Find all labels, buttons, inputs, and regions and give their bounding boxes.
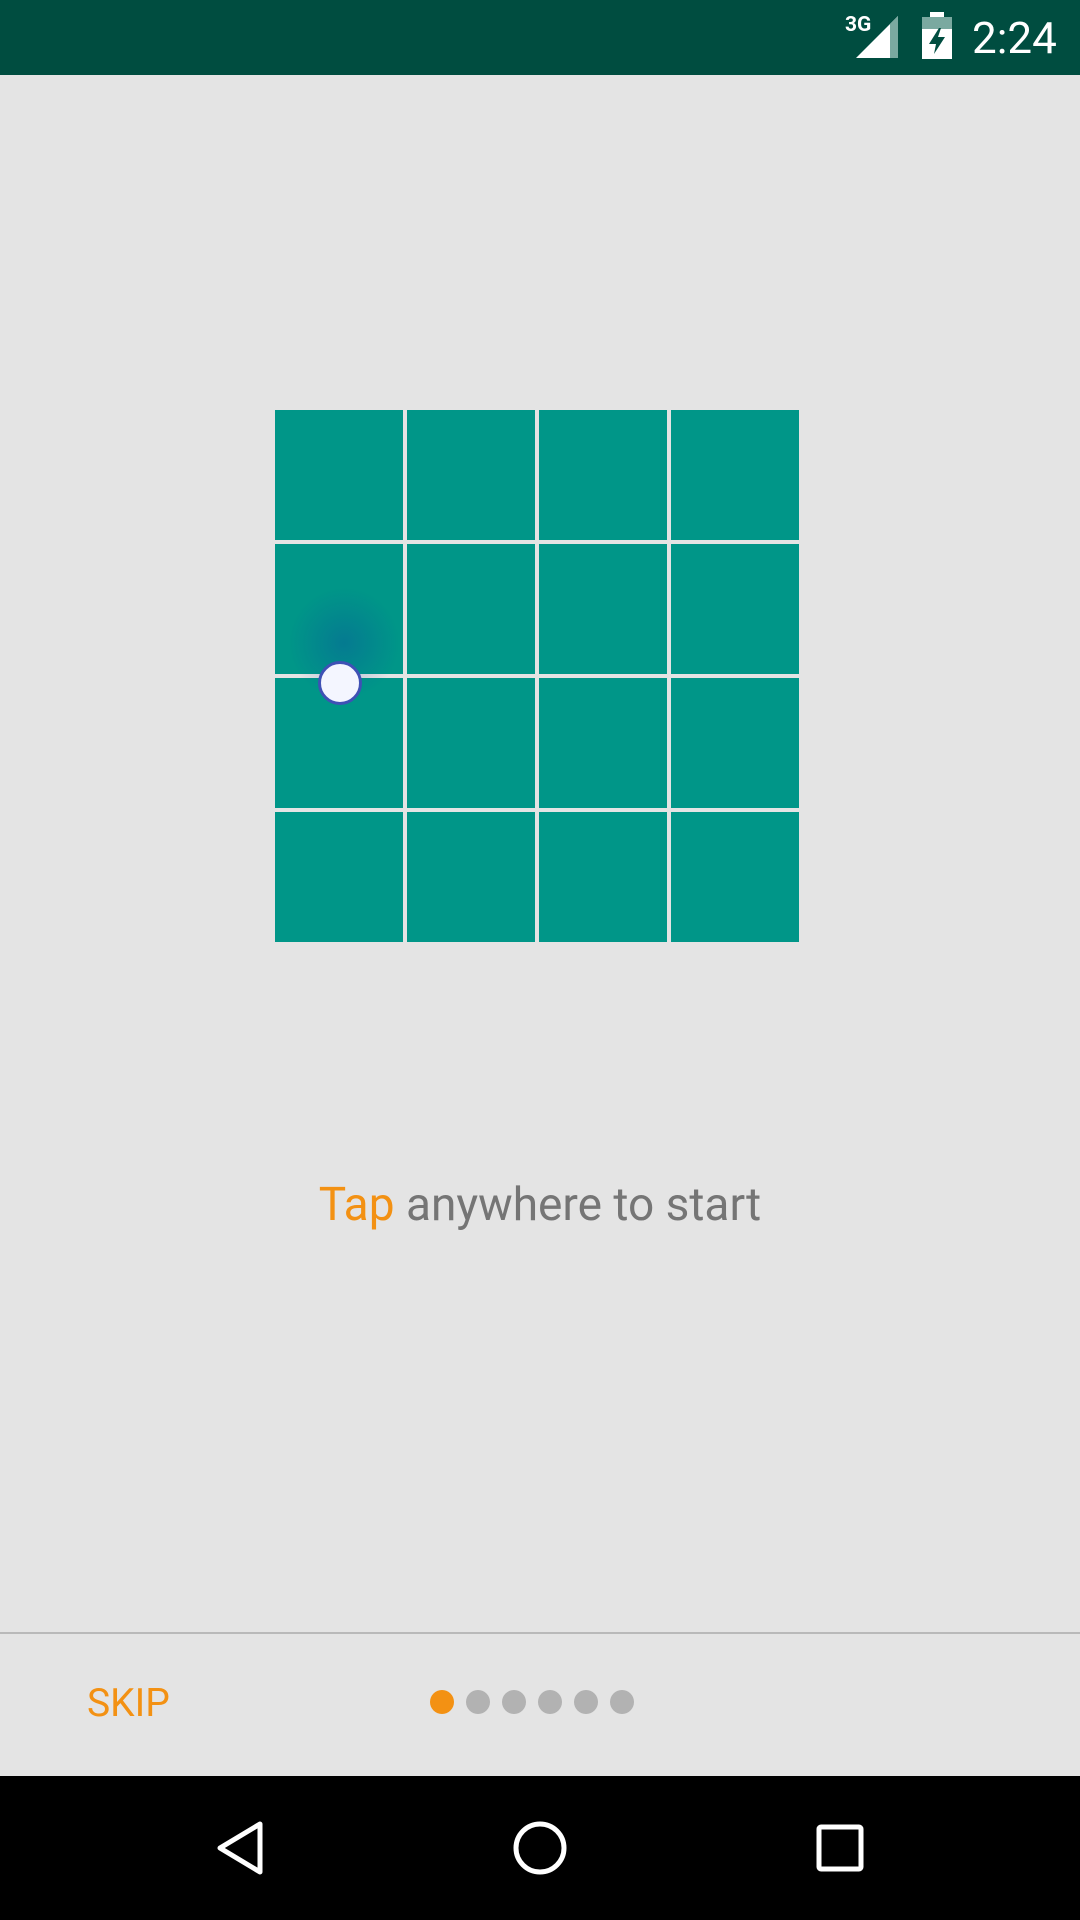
grid-cell[interactable] [671, 812, 799, 942]
grid-cell[interactable] [539, 544, 667, 674]
grid-cell[interactable] [407, 678, 535, 808]
page-dot[interactable] [466, 1690, 490, 1714]
grid-cell[interactable] [407, 544, 535, 674]
back-icon [217, 1821, 263, 1875]
hint-text: Tap anywhere to start [0, 1178, 1080, 1232]
page-indicator [430, 1690, 634, 1714]
hint-accent: Tap [318, 1178, 395, 1232]
home-icon [513, 1821, 567, 1875]
navigation-bar [0, 1776, 1080, 1920]
home-button[interactable] [460, 1776, 620, 1920]
grid-cell[interactable] [539, 812, 667, 942]
grid-cell[interactable] [275, 410, 403, 540]
recents-icon [816, 1824, 864, 1872]
clock: 2:24 [972, 12, 1057, 64]
recents-button[interactable] [760, 1776, 920, 1920]
skip-button[interactable]: SKIP [87, 1680, 170, 1726]
grid-cell[interactable] [539, 678, 667, 808]
page-dot[interactable] [610, 1690, 634, 1714]
onboarding-content[interactable]: Tap anywhere to start [0, 75, 1080, 1632]
page-dot[interactable] [502, 1690, 526, 1714]
grid-cell[interactable] [671, 410, 799, 540]
hint-rest: anywhere to start [394, 1178, 762, 1232]
grid-cell[interactable] [539, 410, 667, 540]
grid-cell[interactable] [275, 812, 403, 942]
grid-cell[interactable] [671, 544, 799, 674]
onboarding-footer: SKIP [0, 1634, 1080, 1776]
signal-icon [856, 16, 898, 58]
back-button[interactable] [160, 1776, 320, 1920]
battery-charging-icon [922, 12, 952, 59]
status-bar: 3G 2:24 [0, 0, 1080, 75]
grid-cell[interactable] [407, 410, 535, 540]
grid-cell[interactable] [407, 812, 535, 942]
page-dot[interactable] [574, 1690, 598, 1714]
page-dot-active[interactable] [430, 1690, 454, 1714]
grid-cell[interactable] [671, 678, 799, 808]
touch-indicator-icon [318, 661, 362, 705]
page-dot[interactable] [538, 1690, 562, 1714]
